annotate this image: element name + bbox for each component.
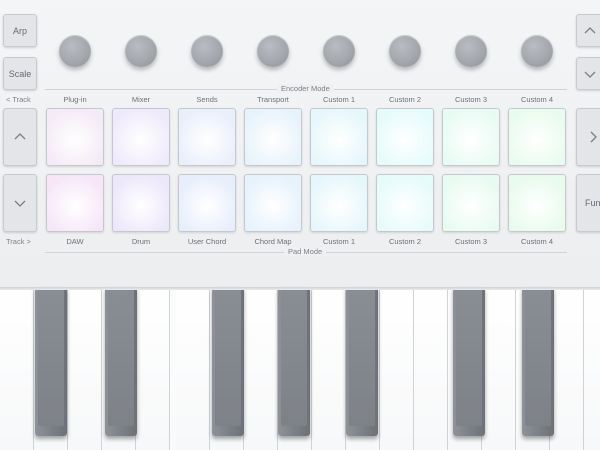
func-button[interactable]: Func xyxy=(576,174,600,232)
pad-top-6[interactable] xyxy=(376,108,434,166)
black-key[interactable] xyxy=(35,287,67,436)
pad-bottom-3[interactable] xyxy=(178,174,236,232)
white-key[interactable] xyxy=(136,287,170,450)
right-down-button[interactable] xyxy=(576,57,600,90)
pad-bottom-8[interactable] xyxy=(508,174,566,232)
pad-top-7[interactable] xyxy=(442,108,500,166)
pad-label-3: User Chord xyxy=(187,237,227,246)
encoder-mode-label: Encoder Mode xyxy=(277,84,334,93)
encoder-knob-7[interactable] xyxy=(455,35,487,67)
track-prev-label: < Track xyxy=(6,95,31,104)
keyboard xyxy=(0,287,600,450)
chevron-down-icon xyxy=(14,200,26,207)
white-key[interactable] xyxy=(176,287,210,450)
pad-label-5: Custom 1 xyxy=(322,237,356,246)
white-key[interactable] xyxy=(550,287,584,450)
pad-label-1: DAW xyxy=(66,237,84,246)
encoder-label-8: Custom 4 xyxy=(520,95,554,104)
pad-top-8[interactable] xyxy=(508,108,566,166)
white-key[interactable] xyxy=(0,287,34,450)
white-key[interactable] xyxy=(380,287,414,450)
encoder-knob-2[interactable] xyxy=(125,35,157,67)
encoder-knob-6[interactable] xyxy=(389,35,421,67)
pad-label-8: Custom 4 xyxy=(520,237,554,246)
scene-launch-button[interactable] xyxy=(576,108,600,166)
pad-top-1[interactable] xyxy=(46,108,104,166)
track-up-button[interactable] xyxy=(3,108,37,166)
white-key[interactable] xyxy=(482,287,516,450)
encoder-label-1: Plug-in xyxy=(63,95,87,104)
right-up-button[interactable] xyxy=(576,14,600,47)
black-key[interactable] xyxy=(105,287,137,436)
pad-top-5[interactable] xyxy=(310,108,368,166)
encoder-label-3: Sends xyxy=(196,95,218,104)
pad-bottom-6[interactable] xyxy=(376,174,434,232)
encoder-knob-1[interactable] xyxy=(59,35,91,67)
white-key[interactable] xyxy=(244,287,278,450)
encoder-label-4: Transport xyxy=(257,95,289,104)
black-key[interactable] xyxy=(453,287,485,436)
black-key[interactable] xyxy=(346,287,378,436)
scale-button[interactable]: Scale xyxy=(3,57,37,90)
pad-label-6: Custom 2 xyxy=(388,237,422,246)
pad-bottom-2[interactable] xyxy=(112,174,170,232)
encoder-knob-5[interactable] xyxy=(323,35,355,67)
track-down-button[interactable] xyxy=(3,174,37,232)
encoder-knob-8[interactable] xyxy=(521,35,553,67)
pad-top-4[interactable] xyxy=(244,108,302,166)
keyboard-top-edge xyxy=(0,287,600,290)
pad-bottom-5[interactable] xyxy=(310,174,368,232)
encoder-label-7: Custom 3 xyxy=(454,95,488,104)
controller-panel: Arp Scale < Track Track > Func Encoder M… xyxy=(0,0,600,287)
pad-bottom-7[interactable] xyxy=(442,174,500,232)
pad-label-2: Drum xyxy=(131,237,151,246)
encoder-knob-3[interactable] xyxy=(191,35,223,67)
pad-bottom-4[interactable] xyxy=(244,174,302,232)
pad-label-7: Custom 3 xyxy=(454,237,488,246)
pad-bottom-1[interactable] xyxy=(46,174,104,232)
black-key[interactable] xyxy=(278,287,310,436)
track-next-label: Track > xyxy=(6,237,31,246)
white-key[interactable] xyxy=(312,287,346,450)
white-key[interactable] xyxy=(584,287,600,450)
arp-button[interactable]: Arp xyxy=(3,14,37,47)
pad-top-3[interactable] xyxy=(178,108,236,166)
chevron-down-icon xyxy=(584,71,596,78)
encoder-label-2: Mixer xyxy=(131,95,151,104)
black-key[interactable] xyxy=(522,287,554,436)
chevron-up-icon xyxy=(584,26,596,33)
pad-label-4: Chord Map xyxy=(254,237,292,246)
pad-mode-label: Pad Mode xyxy=(284,247,327,256)
encoder-label-5: Custom 1 xyxy=(322,95,356,104)
black-key[interactable] xyxy=(212,287,244,436)
white-key[interactable] xyxy=(414,287,448,450)
encoder-label-6: Custom 2 xyxy=(388,95,422,104)
white-key[interactable] xyxy=(68,287,102,450)
chevron-right-icon xyxy=(590,131,597,143)
pad-top-2[interactable] xyxy=(112,108,170,166)
chevron-up-icon xyxy=(14,133,26,140)
encoder-knob-4[interactable] xyxy=(257,35,289,67)
